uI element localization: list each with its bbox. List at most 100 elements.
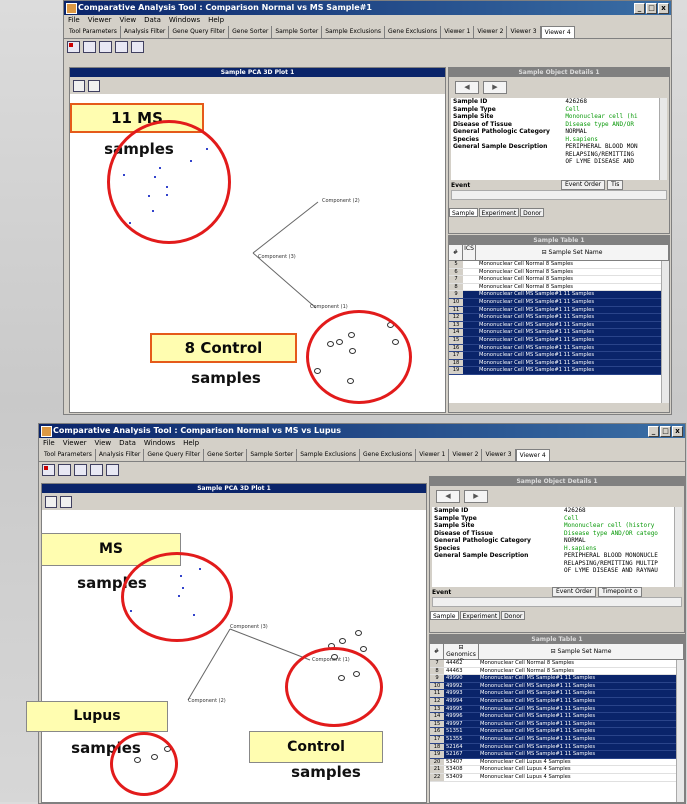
tab-tool-parameters[interactable]: Tool Parameters bbox=[66, 26, 121, 38]
col-ics[interactable]: ICS bbox=[463, 245, 476, 260]
maximize-icon[interactable]: □ bbox=[660, 426, 671, 437]
col-number[interactable]: # bbox=[430, 644, 444, 659]
detail-value[interactable]: OF LYME DISEASE AND bbox=[563, 158, 667, 166]
table-row[interactable]: 15 Mononuclear Cell MS Sample#1 11 Sample… bbox=[449, 336, 669, 345]
menu-view[interactable]: View bbox=[120, 15, 137, 26]
subtab-sample[interactable]: Sample bbox=[449, 208, 478, 217]
tab-gene-query-filter[interactable]: Gene Query Filter bbox=[144, 449, 205, 461]
menu-help[interactable]: Help bbox=[183, 438, 199, 449]
table-row[interactable]: 17 Mononuclear Cell MS Sample#1 11 Sample… bbox=[449, 351, 669, 360]
tab-sample-exclusions[interactable]: Sample Exclusions bbox=[297, 449, 361, 461]
col-sample-set-name[interactable]: ⊟ Sample Set Name bbox=[476, 245, 669, 260]
detail-value[interactable]: 426268 bbox=[562, 507, 682, 515]
table-row[interactable]: 19 Mononuclear Cell MS Sample#1 11 Sample… bbox=[449, 366, 669, 375]
layout-icon[interactable] bbox=[83, 41, 96, 53]
subtab-experiment[interactable]: Experiment bbox=[459, 611, 501, 620]
menu-help[interactable]: Help bbox=[208, 15, 224, 26]
detail-value[interactable]: Mononuclear cell (hi bbox=[563, 113, 667, 121]
event-order-button[interactable]: Event Order bbox=[561, 180, 606, 190]
menu-windows[interactable]: Windows bbox=[169, 15, 200, 26]
detail-value[interactable]: PERIPHERAL BLOOD MONONUCLE bbox=[562, 552, 682, 560]
table-row[interactable]: 13 Mononuclear Cell MS Sample#1 11 Sample… bbox=[449, 321, 669, 330]
menu-data[interactable]: Data bbox=[119, 438, 136, 449]
table-row[interactable]: 12 Mononuclear Cell MS Sample#1 11 Sample… bbox=[449, 313, 669, 322]
table-scrollbar[interactable] bbox=[676, 660, 684, 802]
cascade-icon[interactable] bbox=[106, 464, 119, 476]
col-number[interactable]: # bbox=[449, 245, 463, 260]
detail-value[interactable]: Cell bbox=[563, 106, 667, 114]
tab-tool-parameters[interactable]: Tool Parameters bbox=[41, 449, 96, 461]
detail-value[interactable]: Disease type AND/OR bbox=[563, 121, 667, 129]
menu-view[interactable]: View bbox=[95, 438, 112, 449]
tab-gene-query-filter[interactable]: Gene Query Filter bbox=[169, 26, 230, 38]
table-row[interactable]: 19 52167 Mononuclear Cell MS Sample#1 11 S… bbox=[430, 750, 684, 759]
tile-icon[interactable] bbox=[74, 464, 87, 476]
table-row[interactable]: 17 51355 Mononuclear Cell MS Sample#1 11 S… bbox=[430, 735, 684, 744]
table-row[interactable]: 8 44463 Mononuclear Cell Normal 8 Samples bbox=[430, 667, 684, 676]
col-genomics-id[interactable]: ⊟ Genomics ID bbox=[444, 644, 479, 665]
detail-value[interactable]: 426268 bbox=[563, 98, 667, 106]
detail-value[interactable]: Disease type AND/OR catego bbox=[562, 530, 682, 538]
detail-value[interactable]: NORMAL bbox=[562, 537, 682, 545]
tab-viewer-4[interactable]: Viewer 4 bbox=[540, 26, 575, 38]
tab-sample-exclusions[interactable]: Sample Exclusions bbox=[322, 26, 386, 38]
menu-data[interactable]: Data bbox=[144, 15, 161, 26]
tab-sample-sorter[interactable]: Sample Sorter bbox=[247, 449, 298, 461]
menu-windows[interactable]: Windows bbox=[144, 438, 175, 449]
table-row[interactable]: 7 Mononuclear Cell Normal 8 Samples bbox=[449, 275, 669, 284]
table-row[interactable]: 15 49997 Mononuclear Cell MS Sample#1 11 S… bbox=[430, 720, 684, 729]
table-scrollbar[interactable] bbox=[661, 261, 669, 403]
table-row[interactable]: 16 51351 Mononuclear Cell MS Sample#1 11 S… bbox=[430, 727, 684, 736]
detail-scrollbar[interactable] bbox=[674, 507, 682, 587]
table-row[interactable]: 11 49993 Mononuclear Cell MS Sample#1 11 S… bbox=[430, 689, 684, 698]
minimize-icon[interactable]: _ bbox=[648, 426, 659, 437]
table-row[interactable]: 9 Mononuclear Cell MS Sample#1 11 Samples bbox=[449, 290, 669, 299]
table-row[interactable]: 5 Mononuclear Cell Normal 8 Samples bbox=[449, 261, 669, 269]
detail-value[interactable]: H.sapiens bbox=[563, 136, 667, 144]
table-row[interactable]: 18 52164 Mononuclear Cell MS Sample#1 11 S… bbox=[430, 743, 684, 752]
tab-gene-sorter[interactable]: Gene Sorter bbox=[229, 26, 273, 38]
detail-value[interactable]: Mononuclear cell (history bbox=[562, 522, 682, 530]
detail-value[interactable]: NORMAL bbox=[563, 128, 667, 136]
table-row[interactable]: 10 49992 Mononuclear Cell MS Sample#1 11 S… bbox=[430, 682, 684, 691]
table-row[interactable]: 20 53407 Mononuclear Cell Lupus 4 Samples bbox=[430, 758, 684, 767]
prev-arrow-icon[interactable]: ◀ bbox=[455, 81, 479, 94]
subtab-sample[interactable]: Sample bbox=[430, 611, 459, 620]
table-row[interactable]: 12 49994 Mononuclear Cell MS Sample#1 11 S… bbox=[430, 697, 684, 706]
close-icon[interactable]: x bbox=[658, 3, 669, 14]
tab-gene-exclusions[interactable]: Gene Exclusions bbox=[360, 449, 417, 461]
menu-file[interactable]: File bbox=[68, 15, 80, 26]
h-scrollbar[interactable] bbox=[451, 190, 667, 200]
event-order-button[interactable]: Event Order bbox=[552, 587, 597, 597]
rotate-icon[interactable] bbox=[45, 496, 57, 508]
menu-viewer[interactable]: Viewer bbox=[63, 438, 87, 449]
layout-icon[interactable] bbox=[58, 464, 71, 476]
detail-value[interactable]: RELAPSING/REMITTING MULTIP bbox=[562, 560, 682, 568]
table-row[interactable]: 10 Mononuclear Cell MS Sample#1 11 Sample… bbox=[449, 298, 669, 307]
select-icon[interactable] bbox=[60, 496, 72, 508]
menu-file[interactable]: File bbox=[43, 438, 55, 449]
tab-viewer-3[interactable]: Viewer 3 bbox=[507, 26, 541, 38]
table-row[interactable]: 6 Mononuclear Cell Normal 8 Samples bbox=[449, 268, 669, 277]
table-row[interactable]: 14 49996 Mononuclear Cell MS Sample#1 11 S… bbox=[430, 712, 684, 721]
tile-icon[interactable] bbox=[99, 41, 112, 53]
table-row[interactable]: 16 Mononuclear Cell MS Sample#1 11 Sample… bbox=[449, 344, 669, 353]
subtab-donor[interactable]: Donor bbox=[501, 611, 526, 620]
next-arrow-icon[interactable]: ▶ bbox=[483, 81, 507, 94]
table-row[interactable]: 18 Mononuclear Cell MS Sample#1 11 Sample… bbox=[449, 359, 669, 368]
tissue-button[interactable]: Tis bbox=[607, 180, 624, 190]
detail-value[interactable]: OF LYME DISEASE AND RAYNAU bbox=[562, 567, 682, 575]
detail-value[interactable]: Cell bbox=[562, 515, 682, 523]
h-scrollbar[interactable] bbox=[432, 597, 682, 607]
col-sample-set-name[interactable]: ⊟ Sample Set Name bbox=[479, 644, 684, 659]
minimize-icon[interactable]: _ bbox=[634, 3, 645, 14]
tab-viewer-1[interactable]: Viewer 1 bbox=[441, 26, 475, 38]
detail-value[interactable]: H.sapiens bbox=[562, 545, 682, 553]
subtab-donor[interactable]: Donor bbox=[520, 208, 545, 217]
split-icon[interactable] bbox=[90, 464, 103, 476]
cascade-icon[interactable] bbox=[131, 41, 144, 53]
tab-viewer-2[interactable]: Viewer 2 bbox=[474, 26, 508, 38]
tab-viewer-2[interactable]: Viewer 2 bbox=[449, 449, 483, 461]
table-row[interactable]: 22 53409 Mononuclear Cell Lupus 4 Samples bbox=[430, 773, 684, 782]
tab-gene-exclusions[interactable]: Gene Exclusions bbox=[385, 26, 442, 38]
